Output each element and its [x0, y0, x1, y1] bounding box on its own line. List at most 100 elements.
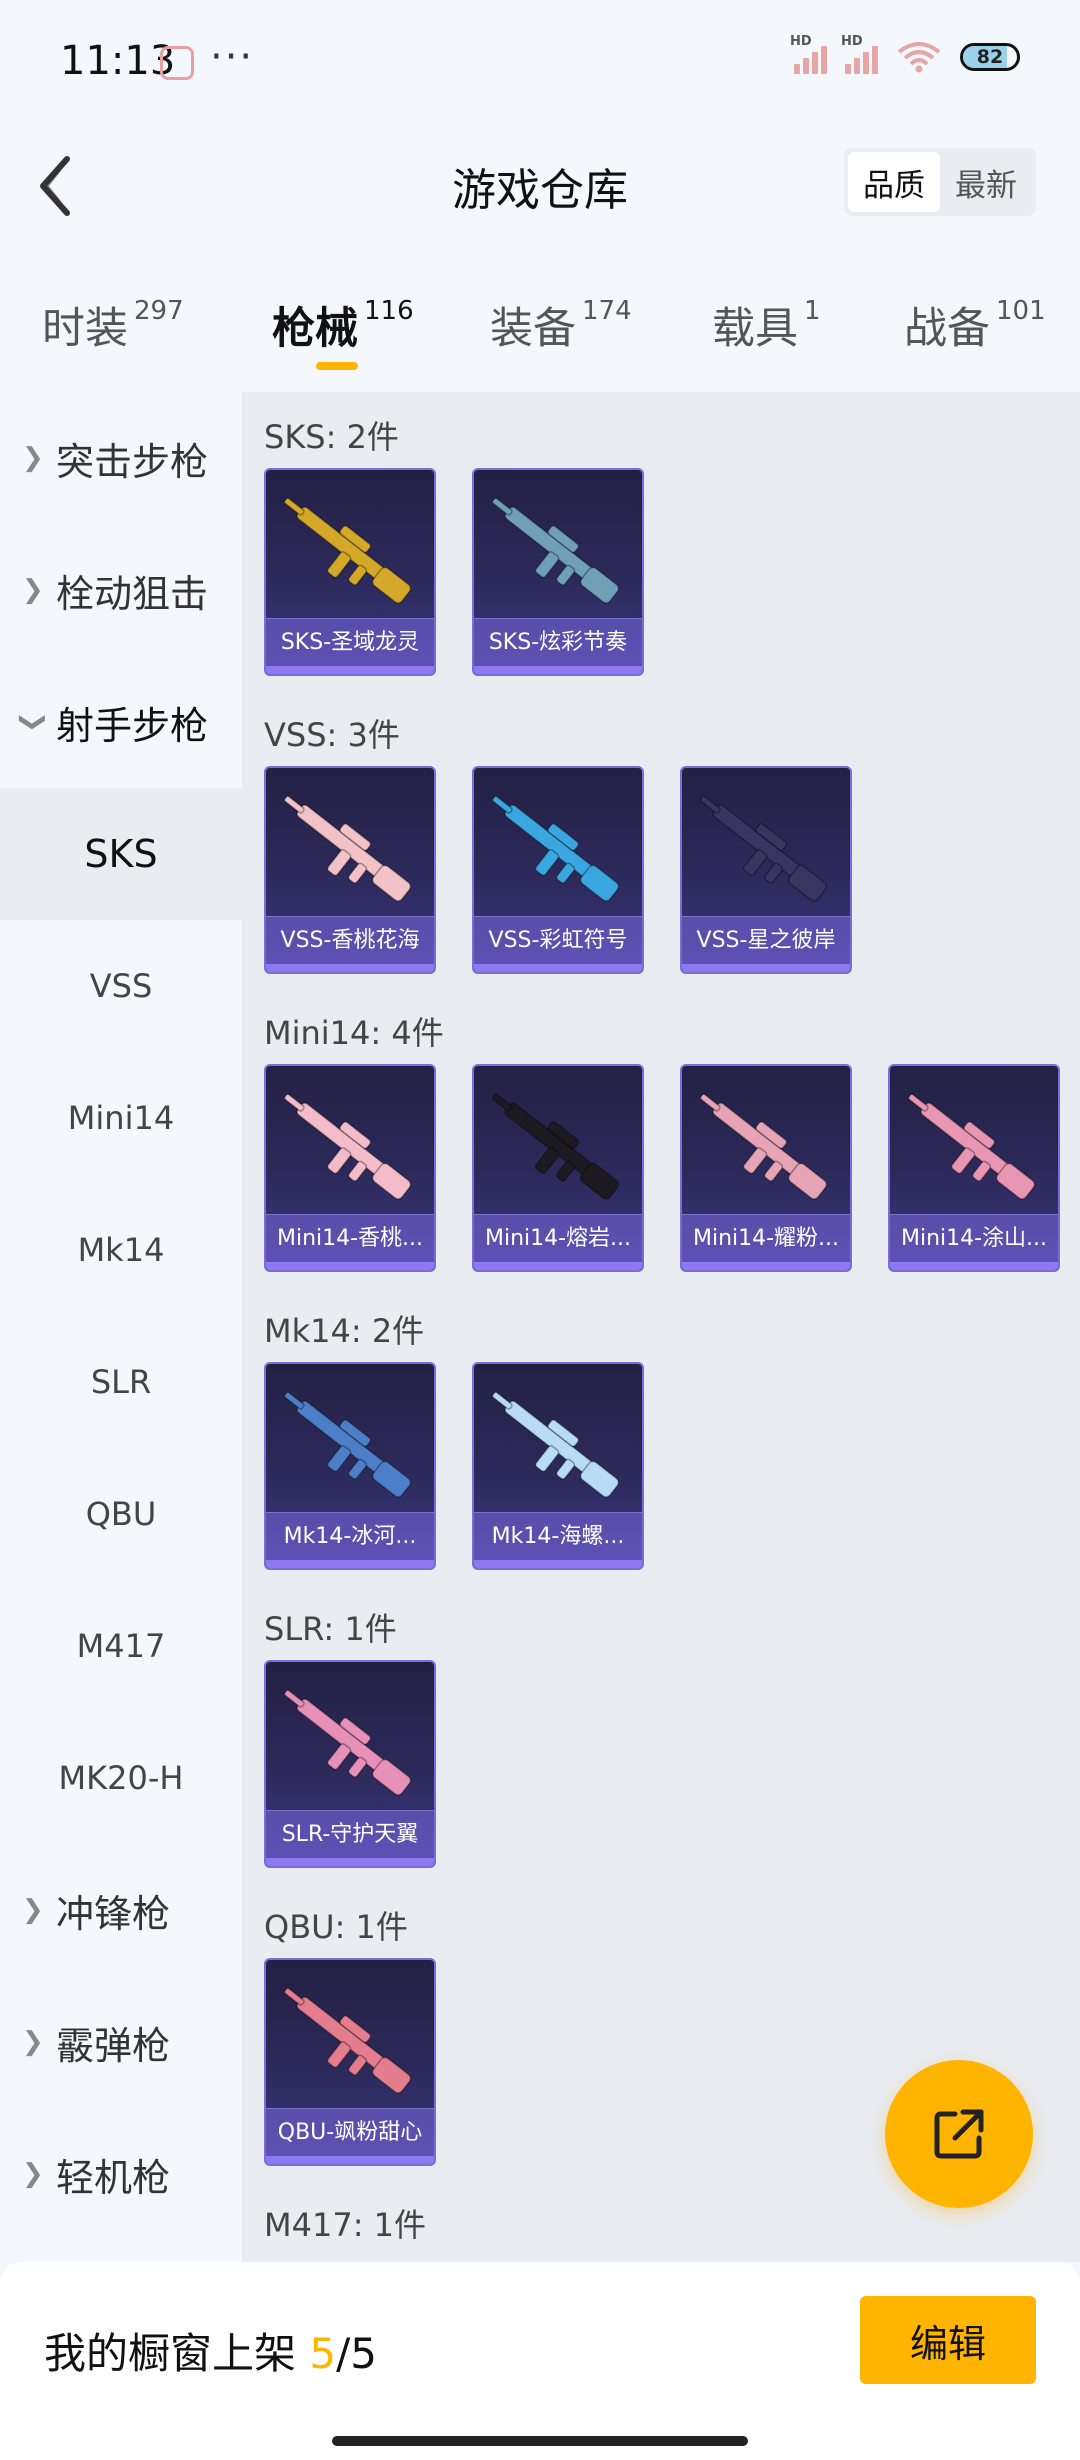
sidebar-item-slr[interactable]: SLR: [0, 1316, 242, 1448]
wifi-icon: [896, 40, 942, 74]
sidebar-item-label: 栓动狙击: [56, 571, 209, 616]
weapon-card[interactable]: Mini14-熔岩...: [472, 1064, 644, 1272]
group-title: SKS: 2件: [264, 418, 399, 456]
weapon-card-label: SKS-炫彩节奏: [474, 618, 642, 666]
weapon-card[interactable]: VSS-香桃花海: [264, 766, 436, 974]
showcase-total: /5: [336, 2329, 377, 2378]
rifle-icon: [283, 1093, 412, 1200]
sidebar-item-mini14[interactable]: Mini14: [0, 1052, 242, 1184]
weapon-group-vss: VSS: 3件 VSS-香桃花海 VSS-彩虹符号 VSS-星之彼岸: [264, 710, 852, 974]
sidebar-item-label: 轻机枪: [56, 2155, 171, 2200]
sidebar-item-vss[interactable]: VSS: [0, 920, 242, 1052]
signal-icon: HD: [790, 34, 827, 74]
chevron-right-icon: ❯: [22, 443, 44, 473]
sidebar-item-label: 突击步枪: [56, 439, 209, 484]
tab-label: 载具: [712, 304, 798, 354]
weapon-card[interactable]: Mk14-冰河...: [264, 1362, 436, 1570]
weapon-card[interactable]: Mk14-海螺...: [472, 1362, 644, 1570]
weapon-card[interactable]: VSS-星之彼岸: [680, 766, 852, 974]
weapon-card[interactable]: SKS-圣域龙灵: [264, 468, 436, 676]
category-tabs: 时装 297 枪械 116 装备 174 载具 1 战备 101: [0, 280, 1080, 390]
tab-firearms[interactable]: 枪械 116: [272, 294, 414, 356]
sidebar-item-label: 霰弹枪: [56, 2023, 171, 2068]
tab-fashion[interactable]: 时装 297: [42, 294, 184, 356]
battery-icon: 82: [960, 43, 1020, 71]
rifle-icon: [907, 1093, 1036, 1200]
sort-quality-button[interactable]: 品质: [848, 152, 940, 212]
weapon-card[interactable]: Mini14-香桃...: [264, 1064, 436, 1272]
group-title: Mk14: 2件: [264, 1312, 425, 1350]
rifle-icon: [283, 795, 412, 902]
tab-count: 116: [364, 296, 414, 326]
sidebar-item-mk20h[interactable]: MK20-H: [0, 1712, 242, 1844]
rifle-icon: [283, 1987, 412, 2094]
weapon-card-label: SKS-圣域龙灵: [266, 618, 434, 666]
chevron-right-icon: ❯: [22, 575, 44, 605]
weapon-card-label: VSS-彩虹符号: [474, 916, 642, 964]
edit-button[interactable]: 编辑: [860, 2296, 1036, 2384]
showcase-bar: 我的橱窗上架 5/5 编辑: [0, 2262, 1080, 2460]
weapon-card-label: Mini14-香桃...: [266, 1214, 434, 1262]
page-header: 游戏仓库 品质 最新: [0, 140, 1080, 240]
sort-latest-button[interactable]: 最新: [940, 152, 1032, 212]
group-title: SLR: 1件: [264, 1610, 397, 1648]
sidebar-item-sks[interactable]: SKS: [0, 788, 242, 920]
chevron-right-icon: ❯: [22, 2159, 44, 2189]
weapon-card-label: Mini14-耀粉...: [682, 1214, 850, 1262]
sidebar-item-label: 射手步枪: [56, 703, 209, 748]
sidebar-item-bolt-sniper[interactable]: ❯ 栓动狙击: [0, 524, 242, 656]
tab-supplies[interactable]: 战备 101: [904, 294, 1046, 356]
chevron-down-icon: ❯: [17, 711, 48, 733]
home-indicator[interactable]: [332, 2436, 748, 2446]
sidebar-item-label: 冲锋枪: [56, 1891, 171, 1936]
weapon-group-sks: SKS: 2件 SKS-圣域龙灵 SKS-炫彩节奏: [264, 412, 644, 676]
sidebar-item-marksman-rifle[interactable]: ❯ 射手步枪: [0, 656, 242, 788]
weapon-card-label: VSS-星之彼岸: [682, 916, 850, 964]
group-title: Mini14: 4件: [264, 1014, 444, 1052]
weapon-card[interactable]: SLR-守护天翼: [264, 1660, 436, 1868]
status-bar: 11:13 ··· HD HD 82: [0, 0, 1080, 130]
chevron-right-icon: ❯: [22, 1895, 44, 1925]
sidebar-item-smg[interactable]: ❯ 冲锋枪: [0, 1844, 242, 1976]
tab-equipment[interactable]: 装备 174: [490, 294, 632, 356]
showcase-status: 我的橱窗上架 5/5: [44, 2320, 377, 2381]
rifle-icon: [283, 497, 412, 604]
chevron-right-icon: ❯: [22, 2027, 44, 2057]
tab-vehicles[interactable]: 载具 1: [712, 294, 821, 356]
sidebar-item-assault-rifle[interactable]: ❯ 突击步枪: [0, 392, 242, 524]
showcase-count: 5: [309, 2329, 337, 2378]
weapon-card[interactable]: QBU-飒粉甜心: [264, 1958, 436, 2166]
sidebar-item-lmg[interactable]: ❯ 轻机枪: [0, 2108, 242, 2240]
more-notifications-icon: ···: [210, 34, 255, 80]
active-tab-indicator: [316, 362, 358, 370]
weapon-card[interactable]: VSS-彩虹符号: [472, 766, 644, 974]
battery-level: 82: [976, 46, 1004, 68]
sidebar-item-m417[interactable]: M417: [0, 1580, 242, 1712]
tab-count: 1: [804, 296, 821, 326]
weapon-card-label: QBU-飒粉甜心: [266, 2108, 434, 2156]
weapon-card-label: SLR-守护天翼: [266, 1810, 434, 1858]
rifle-icon: [491, 497, 620, 604]
weapon-group-mk14: Mk14: 2件 Mk14-冰河... Mk14-海螺...: [264, 1306, 644, 1570]
tab-count: 174: [582, 296, 632, 326]
sidebar-item-shotgun[interactable]: ❯ 霰弹枪: [0, 1976, 242, 2108]
group-title: QBU: 1件: [264, 1908, 408, 1946]
tab-label: 枪械: [272, 304, 358, 354]
weapon-card[interactable]: Mini14-涂山...: [888, 1064, 1060, 1272]
weapon-card-label: Mk14-海螺...: [474, 1512, 642, 1560]
tab-count: 101: [996, 296, 1046, 326]
weapon-type-sidebar: ❯ 突击步枪 ❯ 栓动狙击 ❯ 射手步枪 SKS VSS Mini14 Mk14…: [0, 392, 242, 2262]
sidebar-item-mk14[interactable]: Mk14: [0, 1184, 242, 1316]
weapon-card-label: Mini14-熔岩...: [474, 1214, 642, 1262]
share-button[interactable]: [885, 2060, 1033, 2208]
weapon-card[interactable]: SKS-炫彩节奏: [472, 468, 644, 676]
weapon-card-label: Mini14-涂山...: [890, 1214, 1058, 1262]
sort-toggle: 品质 最新: [844, 148, 1036, 216]
sidebar-item-qbu[interactable]: QBU: [0, 1448, 242, 1580]
tab-label: 时装: [42, 304, 128, 354]
weapon-card[interactable]: Mini14-耀粉...: [680, 1064, 852, 1272]
signal-icon: HD: [841, 34, 878, 74]
weapon-group-slr: SLR: 1件 SLR-守护天翼: [264, 1604, 436, 1868]
weapon-group-m417: M417: 1件: [264, 2200, 426, 2250]
rifle-icon: [283, 1391, 412, 1498]
